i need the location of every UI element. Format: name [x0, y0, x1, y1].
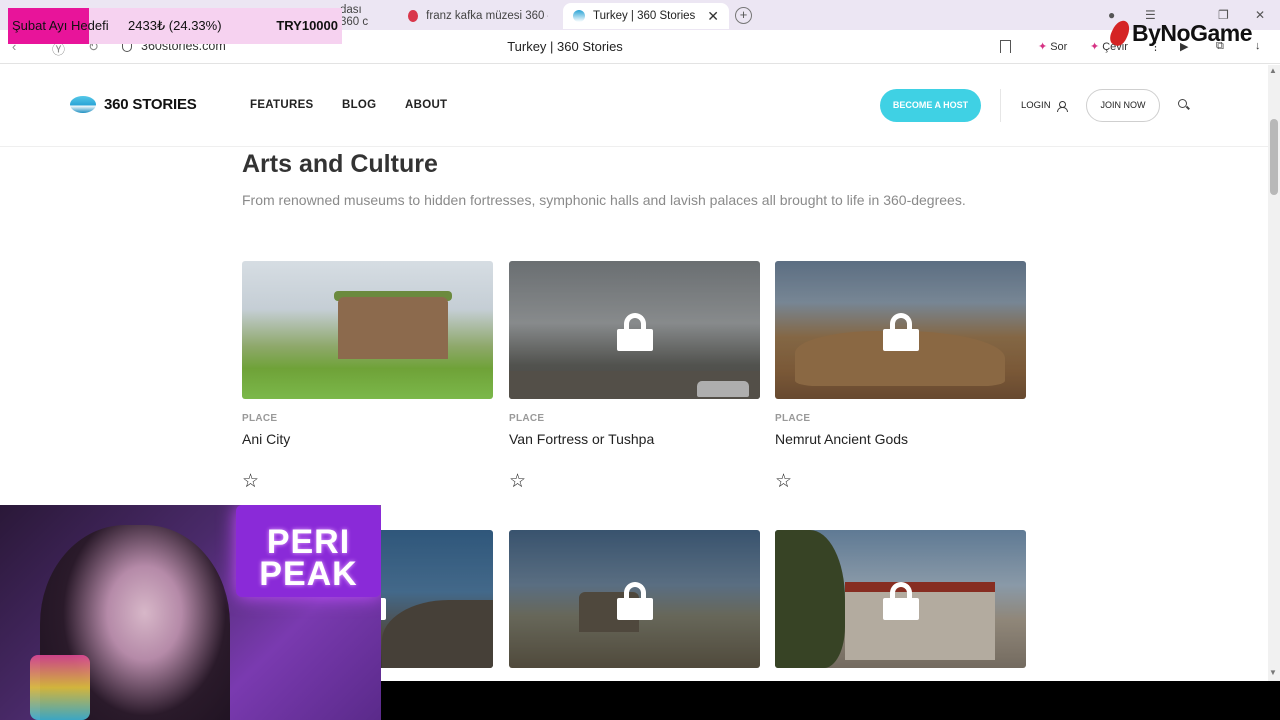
- star-icon[interactable]: ☆: [775, 472, 792, 491]
- neon-text-line1: PERI: [266, 523, 351, 561]
- new-tab-button[interactable]: +: [735, 7, 752, 24]
- scroll-thumb[interactable]: [1270, 119, 1278, 195]
- nav-about[interactable]: ABOUT: [405, 99, 447, 111]
- place-card[interactable]: [775, 530, 1026, 668]
- lock-icon: [883, 313, 919, 351]
- neon-text-line2: PEAK: [259, 555, 358, 593]
- lock-icon: [883, 582, 919, 620]
- card-title[interactable]: Nemrut Ancient Gods: [775, 431, 908, 447]
- bookmark-icon[interactable]: [1000, 40, 1011, 53]
- card-image[interactable]: [775, 261, 1026, 399]
- nav-blog[interactable]: BLOG: [342, 99, 376, 111]
- microphone-image: [30, 655, 90, 720]
- card-image[interactable]: [242, 261, 493, 399]
- browser-tab[interactable]: franz kafka müzesi 360 — Y: [398, 3, 558, 29]
- donation-target: TRY10000: [276, 18, 338, 33]
- sponsor-logo: ByNoGame: [1107, 17, 1252, 49]
- close-tab-icon[interactable]: ✕: [707, 8, 719, 25]
- close-window-icon[interactable]: ✕: [1255, 8, 1265, 22]
- site-logo[interactable]: 360 STORIES: [70, 96, 197, 113]
- lock-icon: [617, 582, 653, 620]
- ruin-image: [338, 297, 448, 359]
- card-image[interactable]: [775, 530, 1026, 668]
- scroll-down-icon[interactable]: ▼: [1269, 668, 1277, 677]
- browser-tab-active[interactable]: Turkey | 360 Stories ✕: [563, 3, 729, 29]
- login-label: LOGIN: [1021, 100, 1051, 111]
- card-title[interactable]: Ani City: [242, 431, 290, 447]
- nav-features[interactable]: FEATURES: [250, 99, 314, 111]
- tab-label: franz kafka müzesi 360 — Y: [426, 10, 548, 22]
- star-icon[interactable]: ☆: [509, 472, 526, 491]
- join-now-button[interactable]: JOIN NOW: [1086, 89, 1160, 122]
- page-scrollbar[interactable]: ▲ ▼: [1268, 65, 1280, 681]
- flame-icon: [1107, 17, 1133, 49]
- lock-icon: [617, 313, 653, 351]
- donation-goal-widget: Şubat Ayı Hedefi 2433₺ (24.33%) TRY10000: [8, 8, 342, 44]
- place-card[interactable]: PLACE Van Fortress or Tushpa ☆: [509, 261, 760, 491]
- tab-label: Turkey | 360 Stories: [593, 10, 696, 22]
- become-host-button[interactable]: BECOME A HOST: [880, 89, 981, 122]
- donation-amount: 2433₺ (24.33%): [128, 18, 222, 33]
- place-card[interactable]: PLACE Nemrut Ancient Gods ☆: [775, 261, 1026, 491]
- yandex-favicon-icon: [408, 10, 419, 22]
- scroll-up-icon[interactable]: ▲: [1269, 66, 1277, 75]
- section-description: From renowned museums to hidden fortress…: [242, 192, 966, 208]
- tab-label: dası 360 c: [340, 4, 369, 28]
- card-title[interactable]: Van Fortress or Tushpa: [509, 431, 654, 447]
- card-image[interactable]: [509, 261, 760, 399]
- ask-button[interactable]: ✦ Sor: [1038, 40, 1067, 53]
- place-card[interactable]: [509, 530, 760, 668]
- ask-label: Sor: [1050, 41, 1068, 53]
- sparkle-icon: ✦: [1038, 41, 1048, 53]
- sponsor-logo-text: ByNoGame: [1132, 19, 1252, 46]
- card-type: PLACE: [242, 413, 278, 424]
- webcam-overlay: PERI PEAK: [0, 505, 381, 720]
- star-icon[interactable]: ☆: [242, 472, 259, 491]
- donation-label: Şubat Ayı Hedefi: [12, 18, 109, 33]
- sparkle-icon: ✦: [1090, 41, 1100, 53]
- logo-text: 360 STORIES: [104, 96, 197, 113]
- search-icon[interactable]: [1178, 99, 1187, 108]
- section-title: Arts and Culture: [242, 150, 438, 178]
- site-header: 360 STORIES FEATURES BLOG ABOUT BECOME A…: [0, 65, 1268, 147]
- download-icon[interactable]: ↓: [1255, 40, 1261, 52]
- login-link[interactable]: LOGIN: [1021, 100, 1068, 112]
- card-type: PLACE: [775, 413, 811, 424]
- neon-sign: PERI PEAK: [236, 505, 381, 597]
- logo-icon: [70, 96, 96, 113]
- card-image[interactable]: [509, 530, 760, 668]
- user-icon: [1056, 100, 1068, 112]
- header-divider: [1000, 89, 1001, 122]
- card-type: PLACE: [509, 413, 545, 424]
- place-card[interactable]: PLACE Ani City ☆: [242, 261, 493, 491]
- site-favicon-icon: [573, 10, 585, 22]
